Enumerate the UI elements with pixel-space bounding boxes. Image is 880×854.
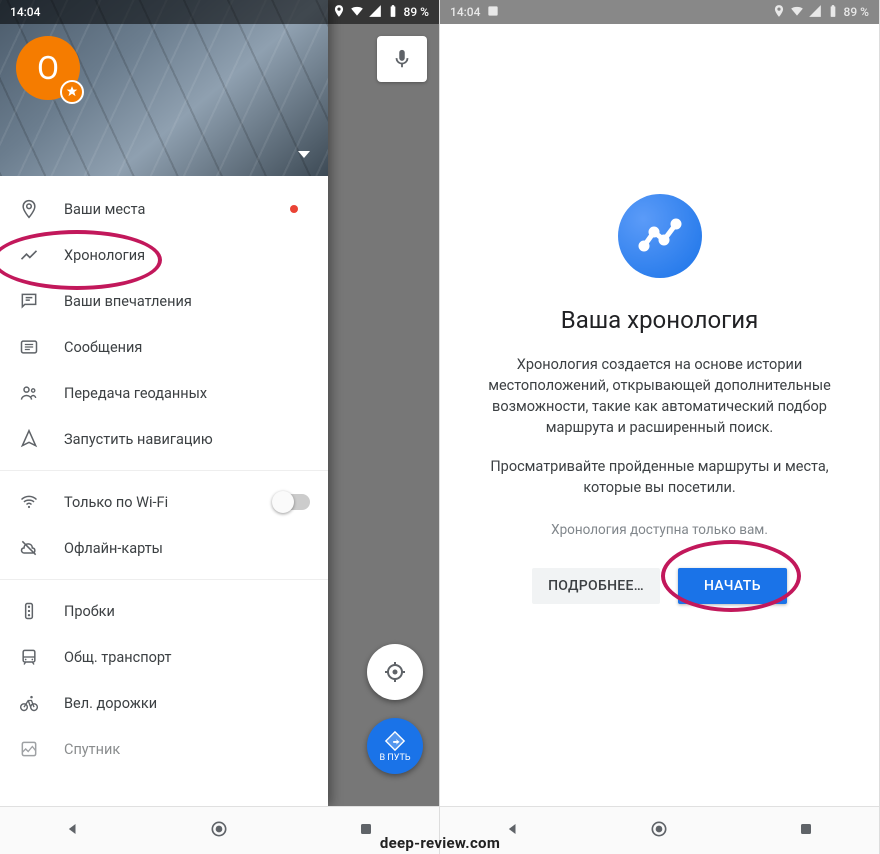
menu-your-places[interactable]: Ваши места xyxy=(0,186,328,232)
reviews-icon xyxy=(18,291,40,311)
battery-icon xyxy=(826,4,840,21)
pin-icon xyxy=(18,199,40,219)
transit-icon xyxy=(18,647,40,667)
wifi-only-switch[interactable] xyxy=(274,494,310,510)
mic-icon xyxy=(391,48,413,70)
share-loc-icon xyxy=(18,383,40,403)
nav-recent-button[interactable] xyxy=(356,819,376,843)
menu-traffic[interactable]: Пробки xyxy=(0,588,328,634)
nav-arrow-icon xyxy=(18,429,40,449)
menu-label: Только по Wi-Fi xyxy=(64,494,168,511)
system-nav-bar xyxy=(440,806,879,854)
menu-label: Общ. транспорт xyxy=(64,649,171,666)
notification-dot-icon xyxy=(290,205,298,213)
menu-label: Запустить навигацию xyxy=(64,431,213,448)
menu-bike[interactable]: Вел. дорожки xyxy=(0,680,328,726)
directions-label: В ПУТЬ xyxy=(379,753,410,763)
start-button[interactable]: НАЧАТЬ xyxy=(678,568,787,604)
map-screen: 14:04 89 % O xyxy=(0,0,439,806)
menu-label: Вел. дорожки xyxy=(64,695,157,712)
nav-home-button[interactable] xyxy=(649,819,669,843)
avatar[interactable]: O xyxy=(16,36,80,100)
menu-contributions[interactable]: Ваши впечатления xyxy=(0,278,328,324)
voice-search-button[interactable] xyxy=(377,36,427,82)
menu-offline-maps[interactable]: Офлайн-карты xyxy=(0,525,328,571)
signal-icon xyxy=(808,4,822,21)
menu-label: Ваши впечатления xyxy=(64,293,192,310)
status-bar: 14:04 89 % xyxy=(440,0,879,24)
divider xyxy=(0,579,328,580)
menu-satellite[interactable]: Спутник xyxy=(0,726,328,772)
timeline-onboarding: Ваша хронология Хронология создается на … xyxy=(440,24,879,806)
menu-label: Хронология xyxy=(64,247,145,264)
drawer-header[interactable]: O xyxy=(0,0,328,176)
wifi-status-icon xyxy=(790,4,804,21)
directions-icon xyxy=(384,730,406,752)
timeline-hero-icon xyxy=(618,194,702,278)
learn-more-button[interactable]: ПОДРОБНЕЕ… xyxy=(532,568,660,604)
status-battery: 89 % xyxy=(404,5,429,19)
menu-label: Офлайн-карты xyxy=(64,540,163,557)
menu-wifi-only[interactable]: Только по Wi-Fi xyxy=(0,479,328,525)
crosshair-icon xyxy=(383,660,407,684)
menu-label: Сообщения xyxy=(64,339,142,356)
status-battery: 89 % xyxy=(844,5,869,19)
menu-label: Ваши места xyxy=(64,201,145,218)
system-nav-bar xyxy=(0,806,439,854)
account-expand-icon[interactable] xyxy=(298,151,310,158)
timeline-icon xyxy=(18,245,40,265)
status-time: 14:04 xyxy=(450,5,480,19)
status-time: 14:04 xyxy=(10,5,40,19)
timeline-title: Ваша хронология xyxy=(561,306,759,334)
my-location-button[interactable] xyxy=(367,644,423,700)
wifi-status-icon xyxy=(350,4,364,21)
menu-start-navigation[interactable]: Запустить навигацию xyxy=(0,416,328,462)
avatar-letter: O xyxy=(37,49,59,87)
menu-location-sharing[interactable]: Передача геоданных xyxy=(0,370,328,416)
screenshot-icon xyxy=(486,4,500,21)
phone-right: 14:04 89 % Ваша хронология Хронология со… xyxy=(440,0,880,854)
timeline-description-1: Хронология создается на основе истории м… xyxy=(464,354,855,438)
status-bar: 14:04 89 % xyxy=(0,0,439,24)
timeline-privacy-note: Хронология доступна только вам. xyxy=(551,522,768,538)
divider xyxy=(0,470,328,471)
directions-button[interactable]: В ПУТЬ xyxy=(367,718,423,774)
nav-recent-button[interactable] xyxy=(796,819,816,843)
nav-back-button[interactable] xyxy=(63,819,83,843)
location-icon xyxy=(332,4,346,21)
nav-home-button[interactable] xyxy=(209,819,229,843)
navigation-drawer: O Ваши места Хронология xyxy=(0,0,328,806)
timeline-description-2: Просматривайте пройденные маршруты и мес… xyxy=(464,456,855,498)
drawer-menu: Ваши места Хронология Ваши впечатления С… xyxy=(0,176,328,806)
phone-left: 14:04 89 % O xyxy=(0,0,440,854)
menu-transit[interactable]: Общ. транспорт xyxy=(0,634,328,680)
battery-icon xyxy=(386,4,400,21)
traffic-icon xyxy=(18,601,40,621)
menu-label: Передача геоданных xyxy=(64,385,207,402)
bike-icon xyxy=(18,693,40,713)
offline-icon xyxy=(18,538,40,558)
menu-label: Спутник xyxy=(64,741,120,758)
messages-icon xyxy=(18,337,40,357)
contributor-badge-icon xyxy=(60,80,84,104)
nav-back-button[interactable] xyxy=(503,819,523,843)
button-row: ПОДРОБНЕЕ… НАЧАТЬ xyxy=(532,568,787,604)
location-icon xyxy=(772,4,786,21)
menu-label: Пробки xyxy=(64,603,115,620)
menu-timeline[interactable]: Хронология xyxy=(0,232,328,278)
menu-messages[interactable]: Сообщения xyxy=(0,324,328,370)
sat-icon xyxy=(18,739,40,759)
wifi-icon xyxy=(18,492,40,512)
watermark: deep-review.com xyxy=(380,834,500,852)
signal-icon xyxy=(368,4,382,21)
